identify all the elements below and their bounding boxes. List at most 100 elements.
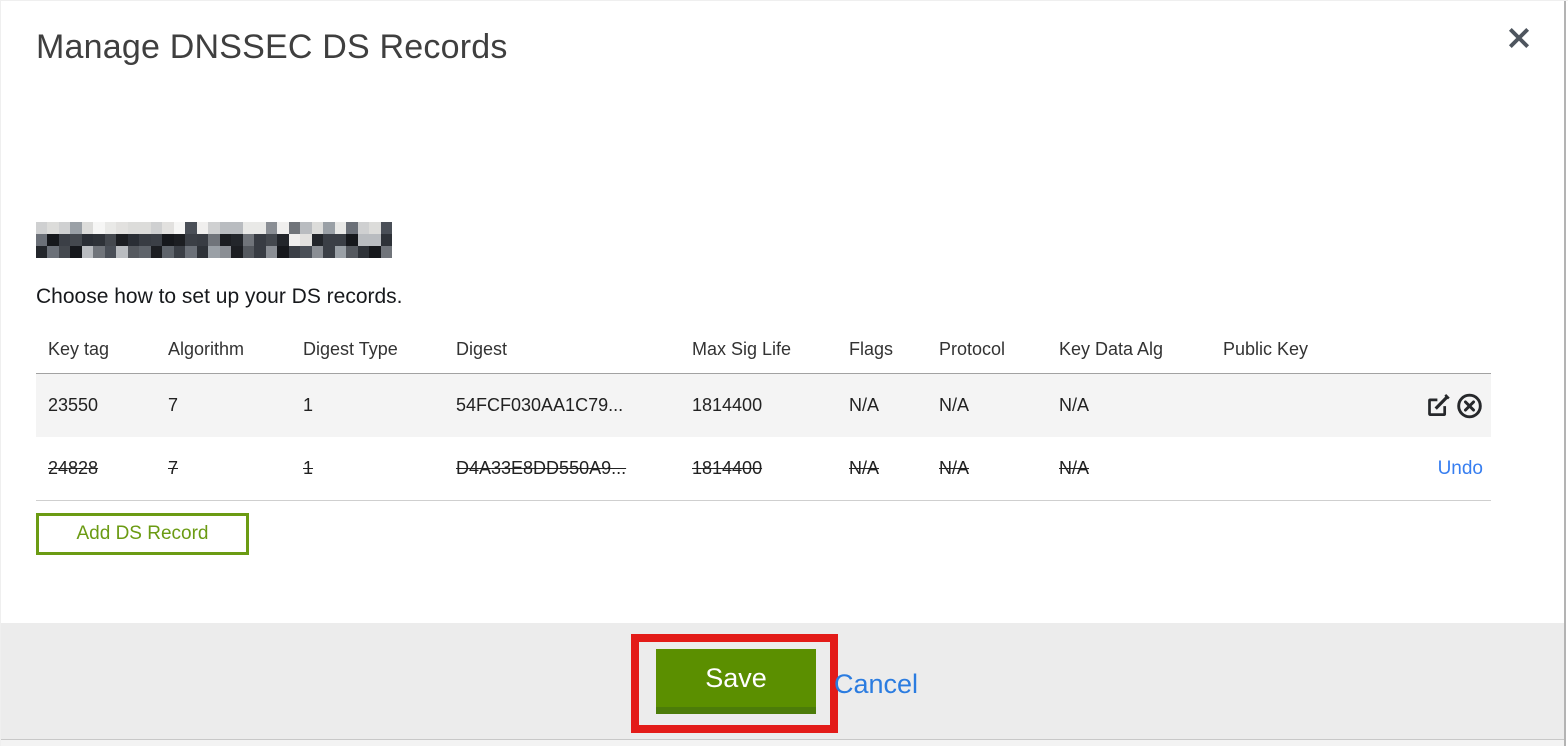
redaction-pixel — [380, 246, 392, 258]
redaction-pixel — [162, 222, 174, 234]
row-actions — [1375, 392, 1491, 419]
header-protocol: Protocol — [939, 339, 1006, 359]
redaction-pixel — [139, 234, 151, 246]
cell-max-sig-life: 1814400 — [692, 395, 763, 415]
cell-key-tag: 24828 — [48, 458, 99, 478]
redaction-pixel — [254, 246, 266, 258]
redaction-pixel — [288, 234, 301, 246]
redaction-pixel — [346, 222, 358, 234]
ds-records-table: Key tag Algorithm Digest Type Digest Max… — [36, 326, 1491, 501]
redaction-pixel — [70, 234, 82, 246]
redaction-pixel — [36, 222, 48, 234]
redaction-pixel — [196, 246, 209, 258]
redaction-pixel — [242, 246, 255, 258]
redaction-pixel — [127, 246, 140, 258]
redaction-pixel — [277, 246, 289, 258]
redaction-pixel — [254, 234, 266, 246]
redaction-pixel — [231, 246, 243, 258]
redaction-pixel — [93, 234, 105, 246]
redaction-pixel — [70, 222, 82, 234]
cell-key-tag: 23550 — [48, 395, 99, 415]
cell-protocol: N/A — [939, 395, 970, 415]
redaction-pixel — [369, 246, 381, 258]
redaction-pixel — [380, 234, 392, 246]
redaction-pixel — [104, 246, 117, 258]
redaction-pixel — [369, 234, 381, 246]
redaction-pixel — [185, 222, 197, 234]
edit-icon — [1428, 394, 1450, 416]
redaction-pixel — [357, 222, 370, 234]
redaction-pixel — [346, 234, 358, 246]
redaction-pixel — [300, 234, 312, 246]
redaction-pixel — [196, 222, 209, 234]
redaction-pixel — [369, 222, 381, 234]
redaction-pixel — [173, 234, 186, 246]
redaction-pixel — [150, 222, 163, 234]
cancel-link[interactable]: Cancel — [834, 669, 918, 700]
cell-max-sig-life: 1814400 — [692, 458, 763, 478]
window-right-border — [1564, 1, 1566, 746]
cell-key-data-alg: N/A — [1059, 395, 1090, 415]
redaction-pixel — [219, 234, 232, 246]
subtitle-text: Choose how to set up your DS records. — [36, 285, 403, 308]
redaction-pixel — [162, 246, 174, 258]
save-button[interactable]: Save — [656, 649, 816, 714]
edit-record-button[interactable] — [1425, 392, 1452, 419]
redaction-pixel — [357, 234, 370, 246]
redaction-pixel — [173, 222, 186, 234]
redaction-pixel — [300, 222, 312, 234]
redaction-pixel — [173, 246, 186, 258]
delete-record-button[interactable] — [1456, 392, 1483, 419]
header-flags: Flags — [849, 339, 894, 359]
redaction-pixel — [334, 234, 347, 246]
redaction-pixel — [311, 246, 324, 258]
cell-digest: 54FCF030AA1C79... — [456, 395, 624, 415]
redaction-pixel — [162, 234, 174, 246]
redaction-pixel — [116, 234, 128, 246]
redaction-pixel — [36, 234, 48, 246]
redaction-pixel — [127, 234, 140, 246]
redaction-pixel — [70, 246, 82, 258]
redaction-pixel — [208, 246, 220, 258]
redaction-pixel — [58, 246, 71, 258]
redaction-pixel — [185, 246, 197, 258]
redaction-pixel — [139, 222, 151, 234]
header-public-key: Public Key — [1223, 339, 1309, 359]
header-max-sig-life: Max Sig Life — [692, 339, 792, 359]
redaction-pixel — [150, 246, 163, 258]
dnssec-modal: Manage DNSSEC DS Records Choose how to s… — [0, 0, 1568, 746]
undo-link[interactable]: Undo — [1438, 458, 1483, 480]
redaction-pixel — [254, 222, 266, 234]
redaction-pixel — [219, 246, 232, 258]
redaction-pixel — [185, 234, 197, 246]
redaction-pixel — [127, 222, 140, 234]
redaction-pixel — [93, 222, 105, 234]
bottom-edge-divider — [1, 739, 1564, 746]
table-row-deleted: 24828 7 1 D4A33E8DD550A9... 1814400 N/A … — [36, 437, 1491, 501]
redaction-pixel — [104, 234, 117, 246]
header-digest-type: Digest Type — [303, 339, 398, 359]
redaction-pixel — [47, 234, 59, 246]
redaction-pixel — [288, 246, 301, 258]
redaction-pixel — [81, 222, 94, 234]
redaction-pixel — [323, 222, 335, 234]
header-algorithm: Algorithm — [168, 339, 245, 359]
redaction-pixel — [47, 246, 59, 258]
cell-flags: N/A — [849, 395, 880, 415]
redaction-pixel — [242, 234, 255, 246]
page-title: Manage DNSSEC DS Records — [36, 28, 508, 66]
redaction-pixel — [36, 246, 48, 258]
redaction-pixel — [231, 234, 243, 246]
redaction-pixel — [300, 246, 312, 258]
row-actions: Undo — [1375, 458, 1491, 480]
redaction-pixel — [242, 222, 255, 234]
redaction-pixel — [265, 234, 278, 246]
add-ds-record-button[interactable]: Add DS Record — [36, 513, 249, 555]
redaction-pixel — [116, 246, 128, 258]
close-button[interactable] — [1502, 21, 1536, 55]
redaction-pixel — [58, 234, 71, 246]
redaction-pixel — [47, 222, 59, 234]
redaction-pixel — [357, 246, 370, 258]
redaction-pixel — [277, 234, 289, 246]
cell-algorithm: 7 — [168, 395, 179, 415]
